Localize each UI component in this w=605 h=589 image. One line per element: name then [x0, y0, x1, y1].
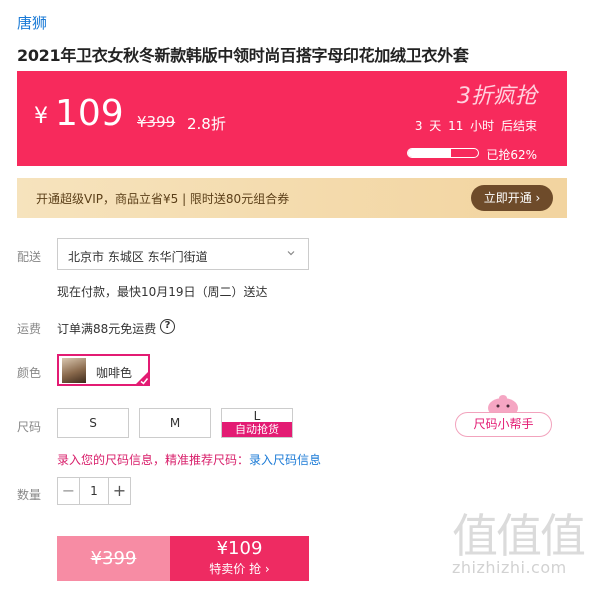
watermark-glyphs: 值值值 [452, 509, 586, 563]
enter-size-link[interactable]: 录入尺码信息 [249, 453, 321, 467]
delivery-label: 配送 [17, 250, 42, 264]
size-helper-button[interactable]: 尺码小帮手 [455, 412, 552, 437]
color-option-selected[interactable]: 咖啡色 [57, 354, 150, 386]
original-price-button[interactable]: ¥399 [57, 536, 170, 581]
color-option-label: 咖啡色 [96, 366, 133, 380]
help-icon[interactable]: ? [160, 319, 175, 334]
vip-promo-text: 开通超级VIP，商品立省¥5 | 限时送80元组合券 [36, 192, 290, 206]
sale-price: 109 [55, 93, 124, 134]
countdown-timer: 3 天 11 小时 后结束 [414, 119, 537, 133]
size-option-l-label: L [253, 409, 261, 423]
chevron-down-icon [287, 251, 295, 256]
sold-percent-text: 已抢62% [486, 148, 537, 162]
currency-symbol: ¥ [34, 104, 48, 129]
quantity-increase-button[interactable]: + [108, 478, 130, 504]
size-label: 尺码 [17, 420, 42, 434]
location-selector[interactable]: 北京市 东城区 东华门街道 [57, 238, 309, 270]
watermark-url: zhizhizhi.com [452, 558, 567, 577]
color-label: 颜色 [17, 366, 42, 380]
size-option-s[interactable]: S [57, 408, 129, 438]
shipping-label: 运费 [17, 322, 42, 336]
flash-sale-label: 3折疯抢 [457, 84, 537, 109]
buy-price: ¥109 [216, 538, 263, 559]
auto-grab-badge: 自动抢货 [222, 422, 292, 437]
location-text: 北京市 东城区 东华门街道 [68, 250, 208, 264]
selected-check-icon [134, 370, 150, 386]
quantity-input[interactable]: 1 [80, 478, 108, 504]
size-tip-text: 录入您的尺码信息，精准推荐尺码： [57, 453, 250, 467]
buy-label: 特卖价 抢 › [209, 562, 270, 576]
discount-rate: 2.8折 [187, 115, 226, 133]
size-option-l[interactable]: L 自动抢货 [221, 408, 293, 438]
price-banner: ¥ 109 ¥399 2.8折 3折疯抢 3 天 11 小时 后结束 已抢62% [17, 71, 567, 166]
vip-activate-button[interactable]: 立即开通 › [471, 185, 553, 211]
size-tip: 录入您的尺码信息，精准推荐尺码：录入尺码信息 [57, 451, 321, 468]
quantity-stepper: − 1 + [57, 477, 131, 505]
quantity-decrease-button[interactable]: − [58, 478, 80, 504]
buy-now-button[interactable]: ¥109 特卖价 抢 › [170, 536, 309, 581]
watermark: 值值值 zhizhizhi.com [452, 500, 598, 584]
buy-original-price: ¥399 [90, 548, 137, 569]
color-thumbnail [62, 358, 86, 383]
original-price: ¥399 [137, 113, 176, 131]
delivery-eta: 现在付款，最快10月19日（周二）送达 [57, 285, 268, 299]
sold-progress-bar [407, 148, 479, 158]
product-title: 2021年卫衣女秋冬新款韩版中领时尚百搭字母印花加绒卫衣外套 [17, 46, 469, 65]
shipping-text: 订单满88元免运费 [57, 322, 157, 336]
brand-link[interactable]: 唐狮 [17, 12, 47, 33]
vip-promo-bar: 开通超级VIP，商品立省¥5 | 限时送80元组合券 立即开通 › [17, 178, 567, 218]
size-option-m[interactable]: M [139, 408, 211, 438]
sold-progress-fill [408, 149, 452, 157]
quantity-label: 数量 [17, 488, 42, 502]
